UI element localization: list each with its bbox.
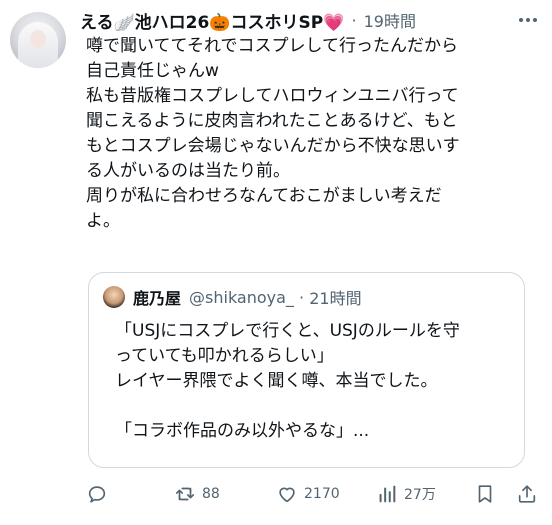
share-icon xyxy=(518,485,536,503)
bookmark-button[interactable] xyxy=(474,482,496,506)
bookmark-icon xyxy=(478,485,492,503)
like-count: 2170 xyxy=(304,486,340,502)
tweet-text-line: 私も昔版権コスプレしてハロウィンユニバ行って xyxy=(86,86,459,106)
tweet-text-line: 自己責任じゃんw xyxy=(86,61,219,81)
tweet-text-line: よ。 xyxy=(86,211,120,231)
action-bar: 88 2170 27万 xyxy=(86,482,542,506)
share-button[interactable] xyxy=(516,482,538,506)
quote-header: 鹿乃屋 @shikanoya_ · 21時間 xyxy=(103,285,362,309)
quote-tweet[interactable]: 鹿乃屋 @shikanoya_ · 21時間 「USJにコスプレで行くと、USJ… xyxy=(88,272,525,468)
reply-button[interactable] xyxy=(86,482,114,506)
quote-display-name: 鹿乃屋 xyxy=(133,289,182,308)
quote-text-line xyxy=(115,394,515,419)
heart-icon xyxy=(279,487,295,503)
tweet-text: 噂で聞いててそれでコスプレして行ったんだから 自己責任じゃんw 私も昔版権コスプ… xyxy=(86,34,526,234)
timestamp[interactable]: 19時間 xyxy=(364,8,416,32)
avatar[interactable] xyxy=(10,12,66,68)
views-icon xyxy=(379,485,396,503)
retweet-button[interactable]: 88 xyxy=(174,482,220,506)
tweet-text-line: 噂で聞いててそれでコスプレして行ったんだから xyxy=(86,36,458,56)
quote-text-line: レイヤー界隈でよく聞く噂、本当でした。 xyxy=(115,371,438,391)
quote-text-line: 「USJにコスプレで行くと、USJのルールを守 xyxy=(115,321,460,341)
views-count: 27万 xyxy=(404,487,436,503)
quote-text-line: 「コラボ作品のみ以外やるな」... xyxy=(115,421,370,441)
retweet-icon xyxy=(175,487,195,501)
separator-dot: · xyxy=(346,10,362,30)
tweet-text-line: もとコスプレ会場じゃないんだから不快な思いす xyxy=(86,136,460,156)
reply-icon xyxy=(88,486,106,503)
quote-avatar xyxy=(103,286,125,308)
like-button[interactable]: 2170 xyxy=(276,482,340,506)
quote-handle: @shikanoya_ xyxy=(189,287,294,307)
tweet-text-line: る人がいるのは当たり前。 xyxy=(86,161,290,181)
quote-text: 「USJにコスプレで行くと、USJのルールを守 っていても叩かれるらしい」 レイ… xyxy=(115,319,515,444)
display-name[interactable]: える🪽池ハロ26🎃コスホリSP💗 xyxy=(80,8,344,33)
quote-text-line: っていても叩かれるらしい」 xyxy=(115,346,334,366)
quote-timestamp: 21時間 xyxy=(309,289,362,308)
tweet-text-line: 聞こえるように皮肉言われたことあるけど、もと xyxy=(86,111,458,131)
separator-dot: · xyxy=(293,287,310,307)
retweet-count: 88 xyxy=(202,486,220,502)
avatar-face xyxy=(30,30,46,48)
views-button[interactable]: 27万 xyxy=(376,482,436,506)
tweet[interactable]: える🪽池ハロ26🎃コスホリSP💗 · 19時間 噂で聞いててそれでコスプレして行… xyxy=(0,0,552,525)
tweet-header: える🪽池ハロ26🎃コスホリSP💗 · 19時間 xyxy=(80,6,416,34)
more-icon[interactable] xyxy=(516,8,540,32)
tweet-text-line: 周りが私に合わせろなんておこがましい考えだ xyxy=(86,186,442,206)
